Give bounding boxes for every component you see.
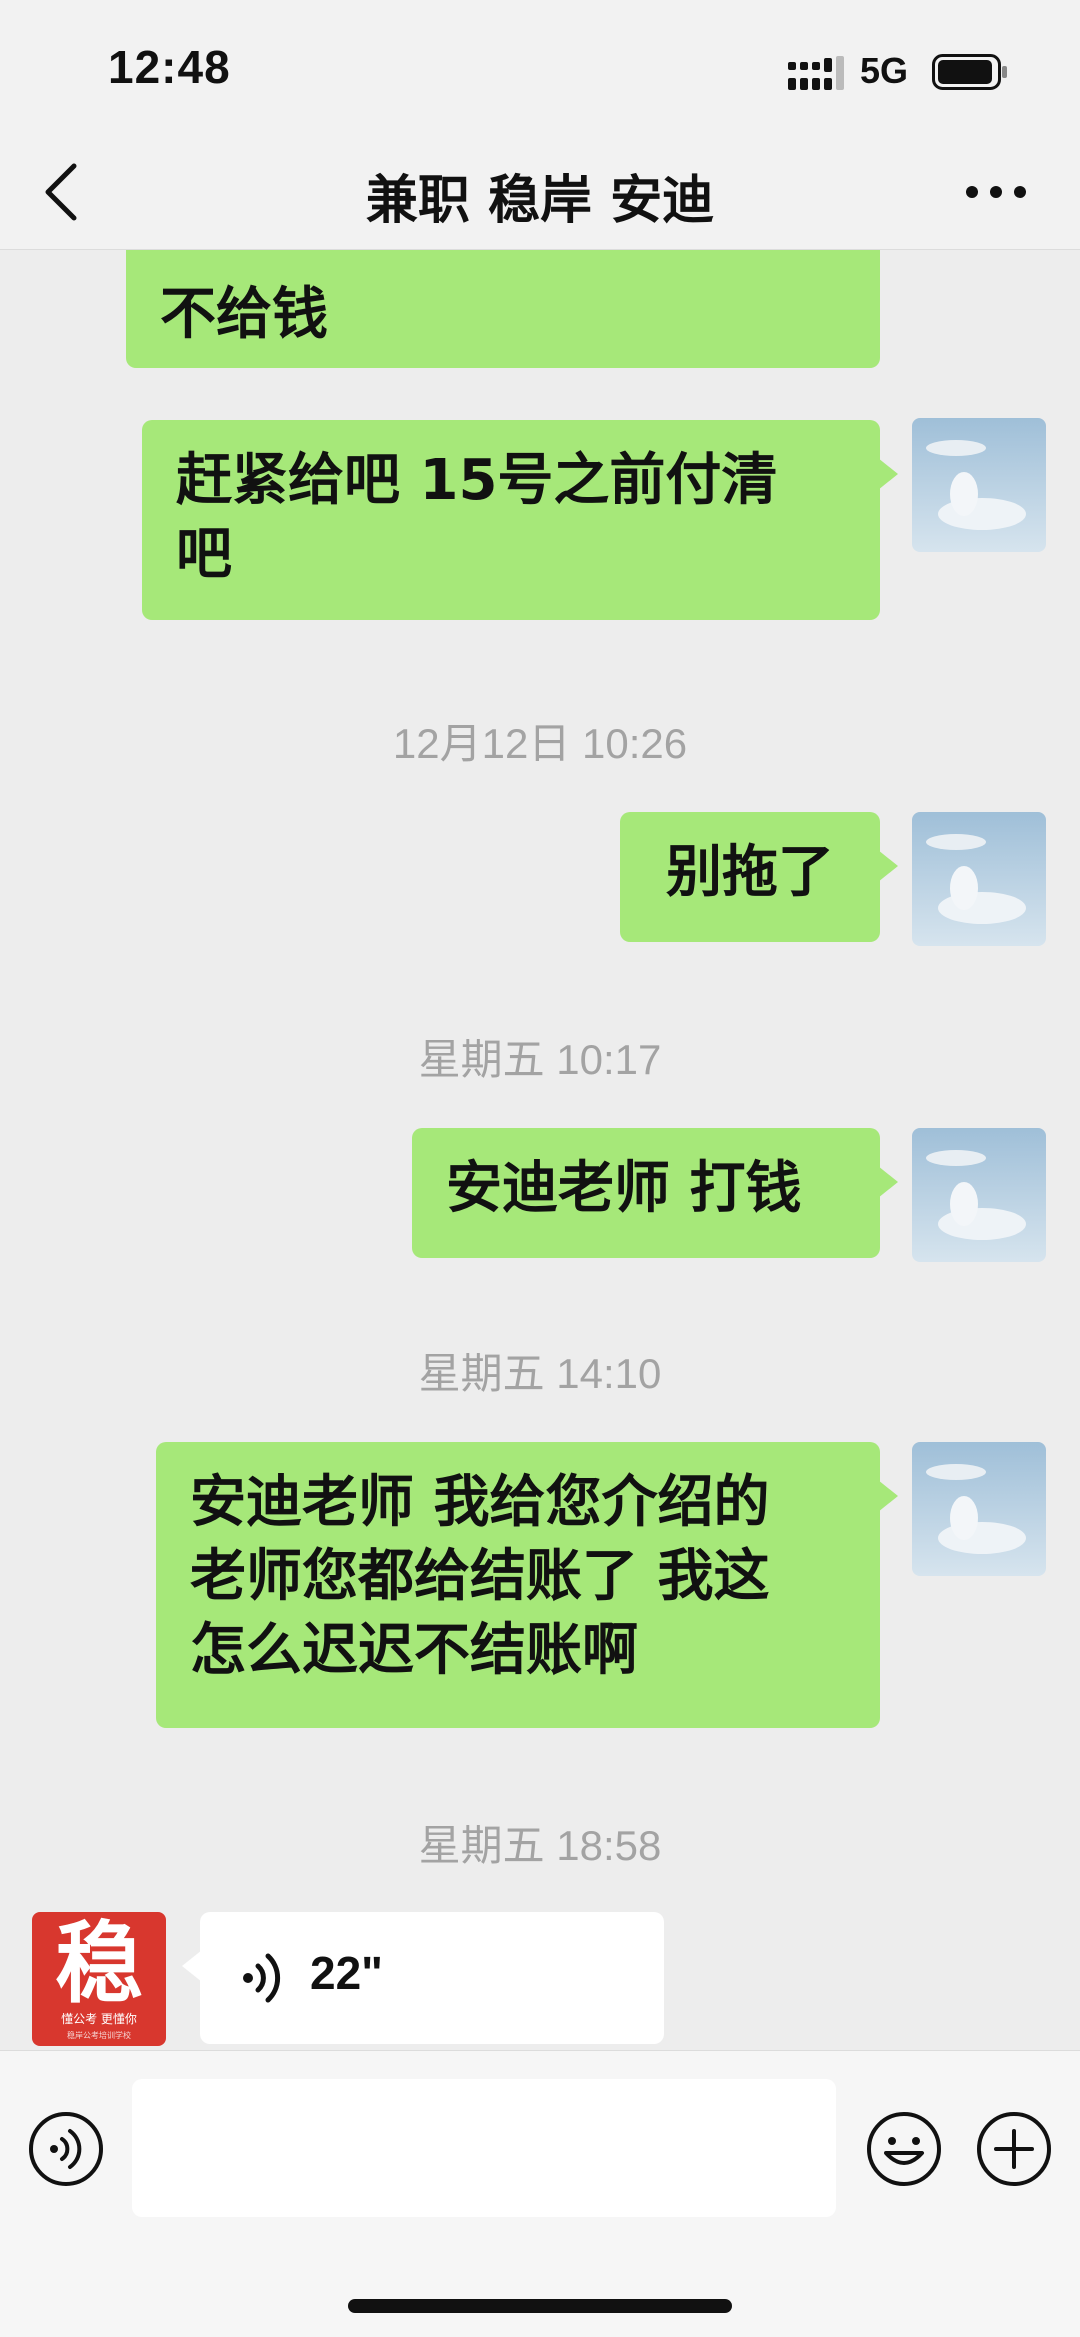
plus-icon[interactable] [976,2111,1052,2187]
timestamp: 星期五 10:17 [418,1036,662,1083]
message-list[interactable]: 不给钱 赶紧给吧 15号之前付清 吧 12月12日 10:26 别拖了 星期五 … [0,250,1080,2050]
battery-icon [932,54,1007,90]
sky-avatar-image [912,418,1046,552]
home-indicator[interactable] [348,2299,732,2313]
voice-toggle-icon[interactable] [28,2111,104,2187]
voice-wave-icon [243,1953,281,2003]
network-label: 5G [860,50,909,91]
message-text-line: 怎么迟迟不结账啊 [190,1618,638,1683]
timestamp: 12月12日 10:26 [392,720,688,767]
message-text-line: 赶紧给吧 15号之前付清 [176,448,778,513]
message-text-line: 安迪老师 我给您介绍的 [190,1470,770,1535]
timestamp: 星期五 14:10 [418,1350,662,1397]
voice-message-bubble[interactable]: 22" [182,1912,664,2044]
voice-duration: 22" [310,1947,383,1999]
top-bar: 12:48 5G 兼职 稳岸 安迪 [0,0,1080,250]
timestamp: 星期五 18:58 [418,1822,662,1869]
sky-avatar-image [912,812,1046,946]
message-bubble[interactable]: 别拖了 [620,812,898,942]
emoji-icon[interactable] [866,2111,942,2187]
message-text-line: 吧 [176,522,232,587]
self-avatar[interactable] [912,1128,1046,1262]
sky-avatar-image [912,1128,1046,1262]
self-avatar[interactable] [912,1442,1046,1576]
chat-screen: 12:48 5G 兼职 稳岸 安迪 不给钱 赶紧给吧 15号之前付清 吧 12月… [0,0,1080,2337]
message-text: 别拖了 [666,840,834,905]
message-bubble[interactable]: 赶紧给吧 15号之前付清 吧 [142,420,898,620]
self-avatar[interactable] [912,812,1046,946]
status-time: 12:48 [108,41,231,93]
self-avatar[interactable] [912,418,1046,552]
more-icon[interactable] [964,180,1028,204]
message-bubble-partial[interactable]: 不给钱 [126,250,880,368]
chat-title: 兼职 稳岸 安迪 [365,171,715,231]
avatar-logo-glyph: 稳 [54,1912,143,2015]
contact-avatar[interactable]: 稳 懂公考 更懂你 稳岸公考培训学校 [32,1912,166,2046]
message-text-line: 老师您都给结账了 我这 [190,1544,770,1609]
input-bar [0,2050,1080,2337]
avatar-tagline: 懂公考 更懂你 [61,2012,137,2026]
message-text: 安迪老师 打钱 [446,1156,802,1221]
sky-avatar-image [912,1442,1046,1576]
signal-icon [788,56,844,90]
avatar-footer: 稳岸公考培训学校 [67,2031,131,2040]
message-bubble[interactable]: 安迪老师 我给您介绍的 老师您都给结账了 我这 怎么迟迟不结账啊 [156,1442,898,1728]
message-input[interactable] [132,2079,836,2217]
message-bubble[interactable]: 安迪老师 打钱 [412,1128,898,1258]
message-text: 不给钱 [160,282,328,347]
